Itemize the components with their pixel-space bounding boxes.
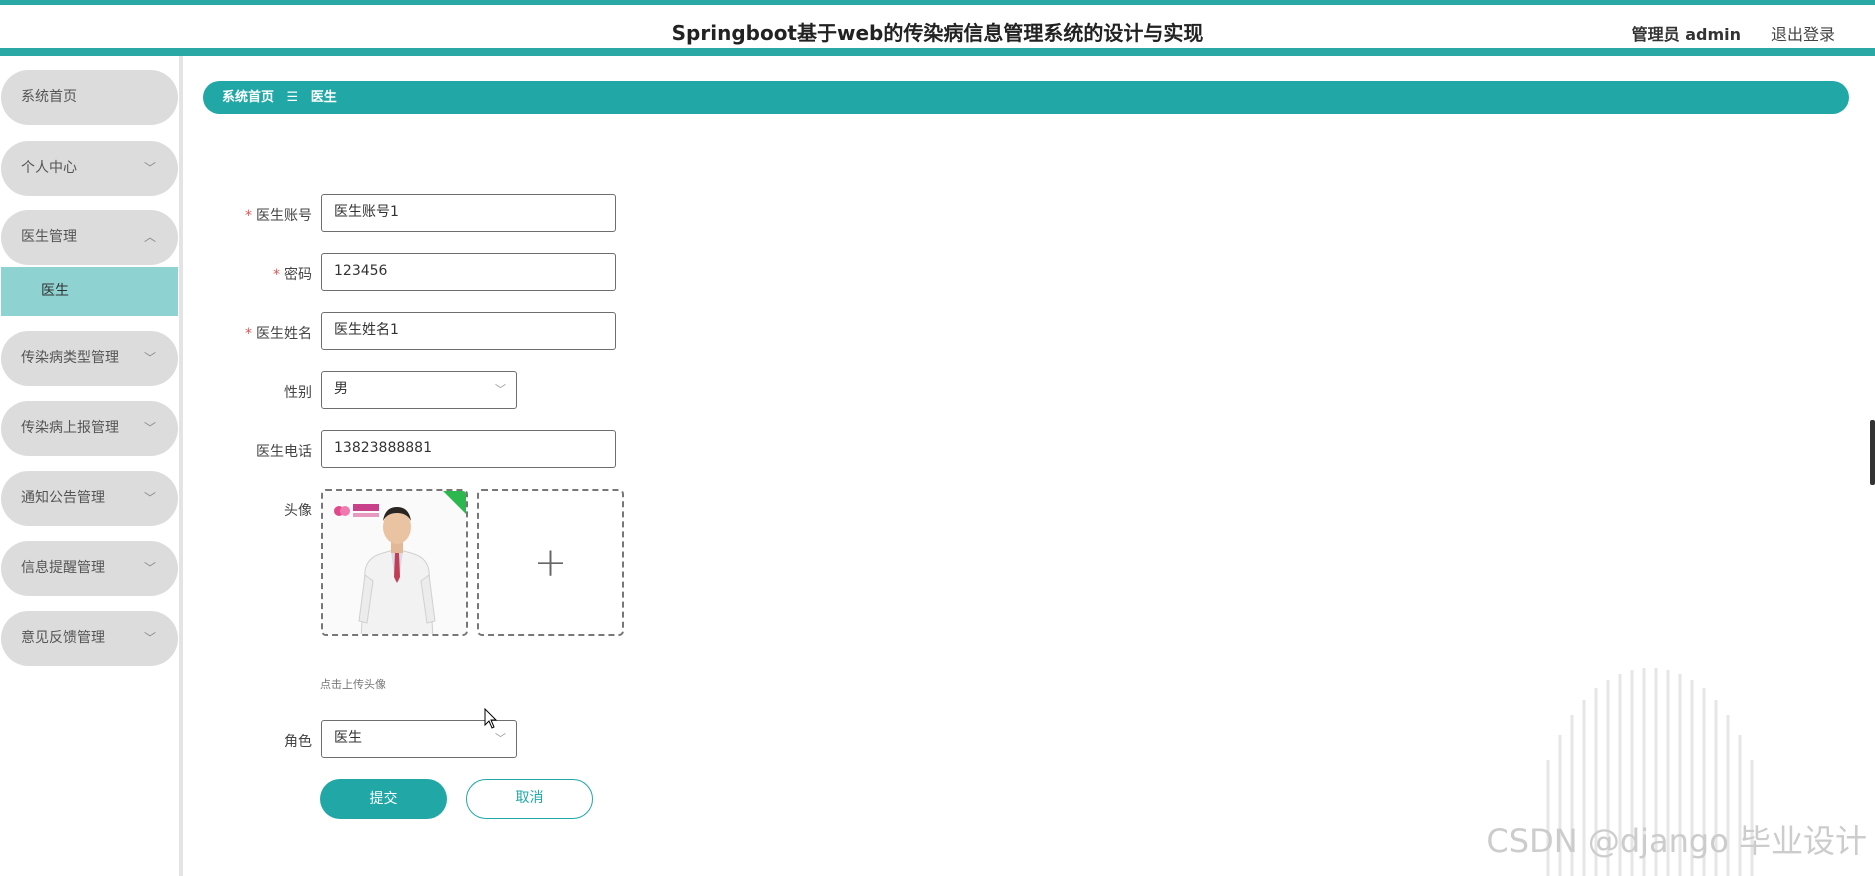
chevron-down-icon: ﹀ <box>143 631 156 645</box>
header-bottom-bar <box>0 48 1875 56</box>
sidebar-item-label: 医生管理 <box>21 229 77 245</box>
sidebar-item-profile[interactable]: 个人中心 ﹀ <box>1 141 178 196</box>
plus-icon: + <box>533 539 568 586</box>
account-label-text: 医生账号 <box>256 208 312 224</box>
password-label-text: 密码 <box>284 267 312 283</box>
name-label-text: 医生姓名 <box>256 326 312 342</box>
sidebar-item-label: 系统首页 <box>21 89 77 105</box>
chevron-up-icon: ︿ <box>143 230 156 244</box>
required-mark: * <box>273 267 280 283</box>
avatar-preview[interactable] <box>321 489 468 636</box>
cancel-button[interactable]: 取消 <box>466 779 593 819</box>
sidebar-item-label: 个人中心 <box>21 160 77 176</box>
watermark: CSDN @django 毕业设计 <box>1486 822 1867 860</box>
sidebar-item-label: 通知公告管理 <box>21 490 105 506</box>
sidebar-item-doctor-management[interactable]: 医生管理 ︿ <box>1 210 178 265</box>
sidebar-item-reminder[interactable]: 信息提醒管理 ﹀ <box>1 541 178 596</box>
mouse-cursor-icon <box>484 708 498 729</box>
gender-label: 性别 <box>284 385 312 401</box>
sidebar-item-home[interactable]: 系统首页 <box>1 70 178 125</box>
sidebar-item-label: 意见反馈管理 <box>21 630 105 646</box>
scrollbar-thumb[interactable] <box>1870 420 1875 485</box>
role-label: 角色 <box>284 734 312 750</box>
user-label: 管理员 admin <box>1631 25 1741 44</box>
chevron-down-icon: ﹀ <box>143 421 156 435</box>
name-input[interactable]: 医生姓名1 <box>321 312 616 350</box>
sidebar-subitem-label: 医生 <box>41 283 69 299</box>
chevron-down-icon: ﹀ <box>143 491 156 505</box>
chevron-down-icon: ﹀ <box>495 383 506 396</box>
breadcrumb-separator-icon: ☰ <box>286 90 299 105</box>
sidebar-subitem-doctor[interactable]: 医生 <box>1 267 178 316</box>
breadcrumb-home[interactable]: 系统首页 <box>222 90 274 105</box>
required-mark: * <box>245 326 252 342</box>
avatar-upload-hint: 点击上传头像 <box>320 678 386 691</box>
gender-select[interactable]: 男 ﹀ <box>321 371 517 409</box>
breadcrumb: 系统首页 ☰ 医生 <box>203 81 1849 114</box>
sidebar-item-disease-report[interactable]: 传染病上报管理 ﹀ <box>1 401 178 456</box>
submit-button[interactable]: 提交 <box>320 779 447 819</box>
sidebar-item-notice[interactable]: 通知公告管理 ﹀ <box>1 471 178 526</box>
sidebar-item-disease-type[interactable]: 传染病类型管理 ﹀ <box>1 331 178 386</box>
gender-selected-value: 男 <box>334 381 348 397</box>
password-input[interactable]: 123456 <box>321 253 616 291</box>
chevron-down-icon: ﹀ <box>143 161 156 175</box>
header: Springboot基于web的传染病信息管理系统的设计与实现 管理员 admi… <box>0 5 1875 48</box>
avatar-upload-button[interactable]: + <box>477 489 624 636</box>
required-mark: * <box>245 208 252 224</box>
app-title: Springboot基于web的传染病信息管理系统的设计与实现 <box>671 21 1204 45</box>
phone-input[interactable]: 13823888881 <box>321 430 616 468</box>
password-label: * 密码 <box>192 264 312 284</box>
sidebar: 系统首页 个人中心 ﹀ 医生管理 ︿ 医生 传染病类型管理 ﹀ 传染病上报管理 … <box>0 56 183 876</box>
avatar-image <box>323 491 466 634</box>
logout-link[interactable]: 退出登录 <box>1771 21 1835 45</box>
sidebar-item-label: 传染病类型管理 <box>21 350 119 366</box>
role-selected-value: 医生 <box>334 730 362 746</box>
chevron-down-icon: ﹀ <box>143 351 156 365</box>
account-input[interactable]: 医生账号1 <box>321 194 616 232</box>
sidebar-item-label: 信息提醒管理 <box>21 560 105 576</box>
chevron-down-icon: ﹀ <box>143 561 156 575</box>
phone-label: 医生电话 <box>256 444 312 460</box>
sidebar-item-feedback[interactable]: 意见反馈管理 ﹀ <box>1 611 178 666</box>
account-label: * 医生账号 <box>192 205 312 225</box>
avatar-label: 头像 <box>284 503 312 519</box>
sidebar-item-label: 传染病上报管理 <box>21 420 119 436</box>
breadcrumb-current: 医生 <box>310 90 337 105</box>
name-label: * 医生姓名 <box>192 323 312 343</box>
